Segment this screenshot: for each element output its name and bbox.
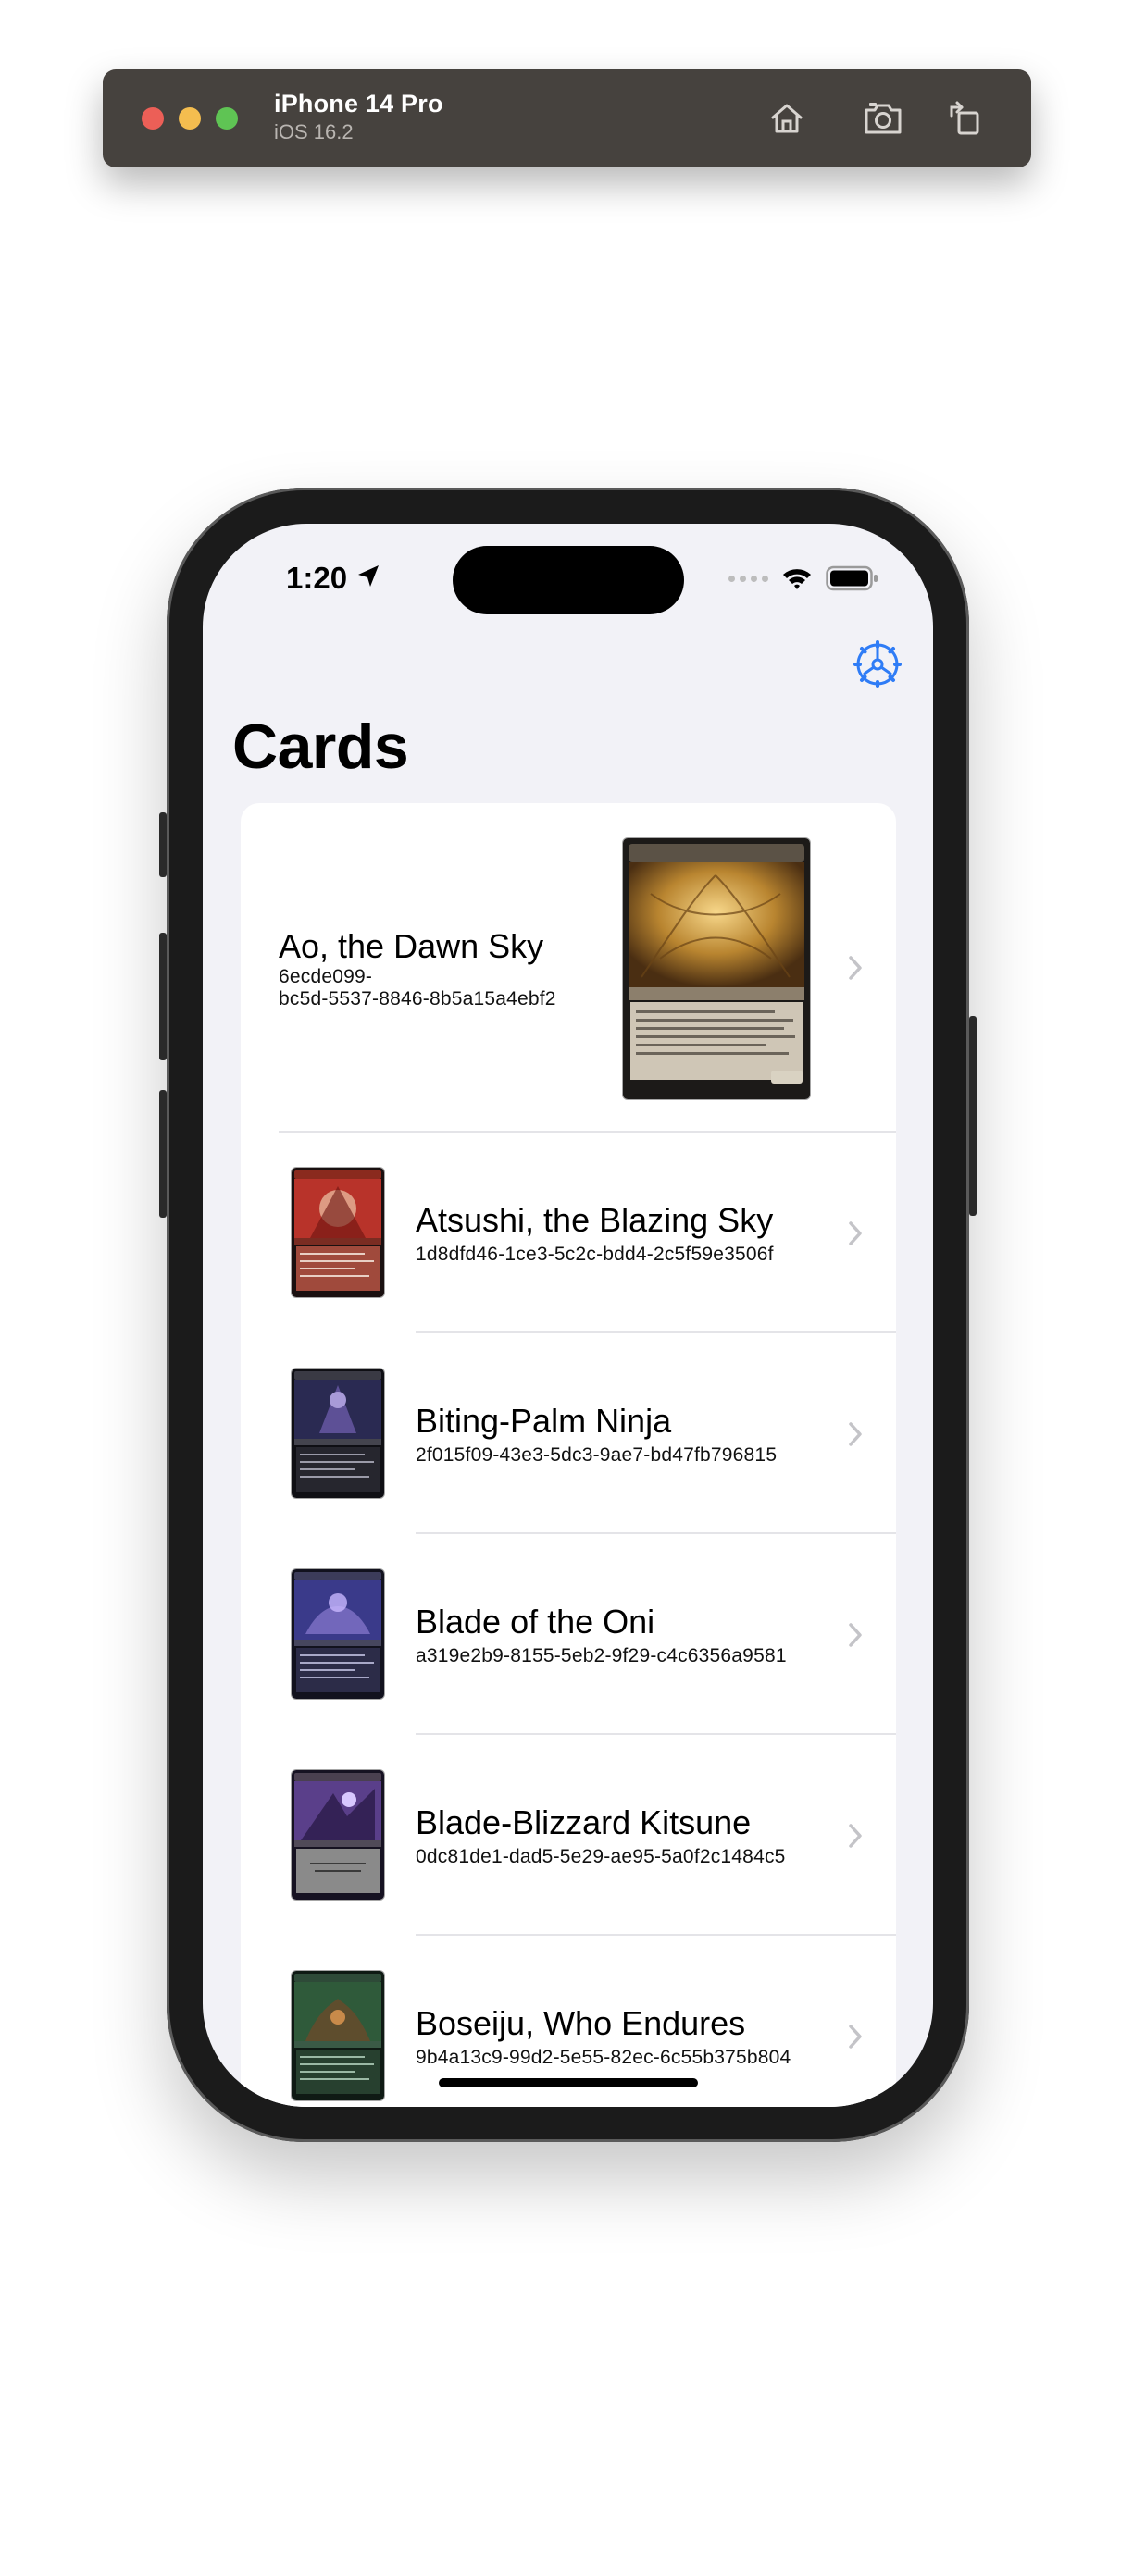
home-indicator[interactable] xyxy=(439,2078,698,2087)
device-name: iPhone 14 Pro xyxy=(274,90,443,118)
rotate-icon xyxy=(950,101,979,135)
card-uuid: 9b4a13c9-99d2-5e55-82ec-6c55b375b804 xyxy=(416,2047,791,2068)
card-name: Atsushi, the Blazing Sky xyxy=(416,1201,774,1239)
list-item[interactable]: Blade-Blizzard Kitsune 0dc81de1-dad5-5e2… xyxy=(241,1735,896,1936)
chevron-right-icon xyxy=(849,2025,862,2049)
zoom-window-button[interactable] xyxy=(216,107,238,130)
list-item[interactable]: Atsushi, the Blazing Sky 1d8dfd46-1ce3-5… xyxy=(241,1133,896,1333)
simulator-toolbar: iPhone 14 Pro iOS 16.2 xyxy=(103,69,1031,167)
status-time: 1:20 xyxy=(286,561,348,595)
card-thumbnail xyxy=(292,1569,384,1699)
chevron-right-icon xyxy=(849,956,862,980)
card-image xyxy=(623,838,810,1099)
card-thumbnail xyxy=(292,1971,384,2100)
card-thumbnail xyxy=(292,1168,384,1297)
card-uuid: 2f015f09-43e3-5dc3-9ae7-bd47fb796815 xyxy=(416,1444,778,1466)
minimize-window-button[interactable] xyxy=(179,107,201,130)
volume-up-button xyxy=(159,933,167,1060)
card-uuid: 1d8dfd46-1ce3-5c2c-bdd4-2c5f59e3506f xyxy=(416,1244,774,1265)
card-uuid: 0dc81de1-dad5-5e29-ae95-5a0f2c1484c5 xyxy=(416,1846,786,1867)
list-item[interactable]: Ao, the Dawn Sky 6ecde099- bc5d-5537-884… xyxy=(241,803,896,1133)
card-name: Blade of the Oni xyxy=(416,1603,655,1641)
wifi-icon xyxy=(783,569,811,589)
chevron-right-icon xyxy=(849,1824,862,1848)
chevron-right-icon xyxy=(849,1422,862,1446)
home-button[interactable] xyxy=(766,97,808,140)
list-item[interactable]: Biting-Palm Ninja 2f015f09-43e3-5dc3-9ae… xyxy=(241,1333,896,1534)
card-name: Ao, the Dawn Sky xyxy=(279,927,544,965)
status-indicators xyxy=(728,564,879,592)
card-name: Boseiju, Who Endures xyxy=(416,2004,746,2042)
card-thumbnail xyxy=(292,1770,384,1900)
card-thumbnail xyxy=(292,1368,384,1498)
volume-down-button xyxy=(159,1090,167,1218)
gear-icon[interactable] xyxy=(853,640,902,688)
phone-screen: 1:20 Cards Ao, the Dawn Sky 6ecde099- bc… xyxy=(203,524,933,2107)
screenshot-button[interactable] xyxy=(862,97,904,140)
cellular-signal-icon xyxy=(728,575,768,582)
chevron-right-icon xyxy=(849,1221,862,1245)
chevron-right-icon xyxy=(849,1623,862,1647)
page-title: Cards xyxy=(232,712,409,782)
battery-icon xyxy=(826,565,878,591)
card-name: Biting-Palm Ninja xyxy=(416,1402,672,1440)
card-name: Blade-Blizzard Kitsune xyxy=(416,1803,752,1841)
list-item[interactable]: Blade of the Oni a319e2b9-8155-5eb2-9f29… xyxy=(241,1534,896,1735)
home-icon xyxy=(771,104,803,133)
card-uuid: 6ecde099- bc5d-5537-8846-8b5a15a4ebf2 xyxy=(279,966,556,1009)
rotate-button[interactable] xyxy=(943,97,986,140)
screenshot-icon xyxy=(865,103,902,134)
card-uuid: a319e2b9-8155-5eb2-9f29-c4c6356a9581 xyxy=(416,1645,787,1666)
close-window-button[interactable] xyxy=(142,107,164,130)
location-arrow-icon xyxy=(358,565,379,587)
dynamic-island xyxy=(453,546,684,614)
action-button xyxy=(159,812,167,877)
os-version: iOS 16.2 xyxy=(274,120,354,143)
cards-list: Ao, the Dawn Sky 6ecde099- bc5d-5537-884… xyxy=(241,803,896,2107)
power-button xyxy=(969,1016,977,1216)
